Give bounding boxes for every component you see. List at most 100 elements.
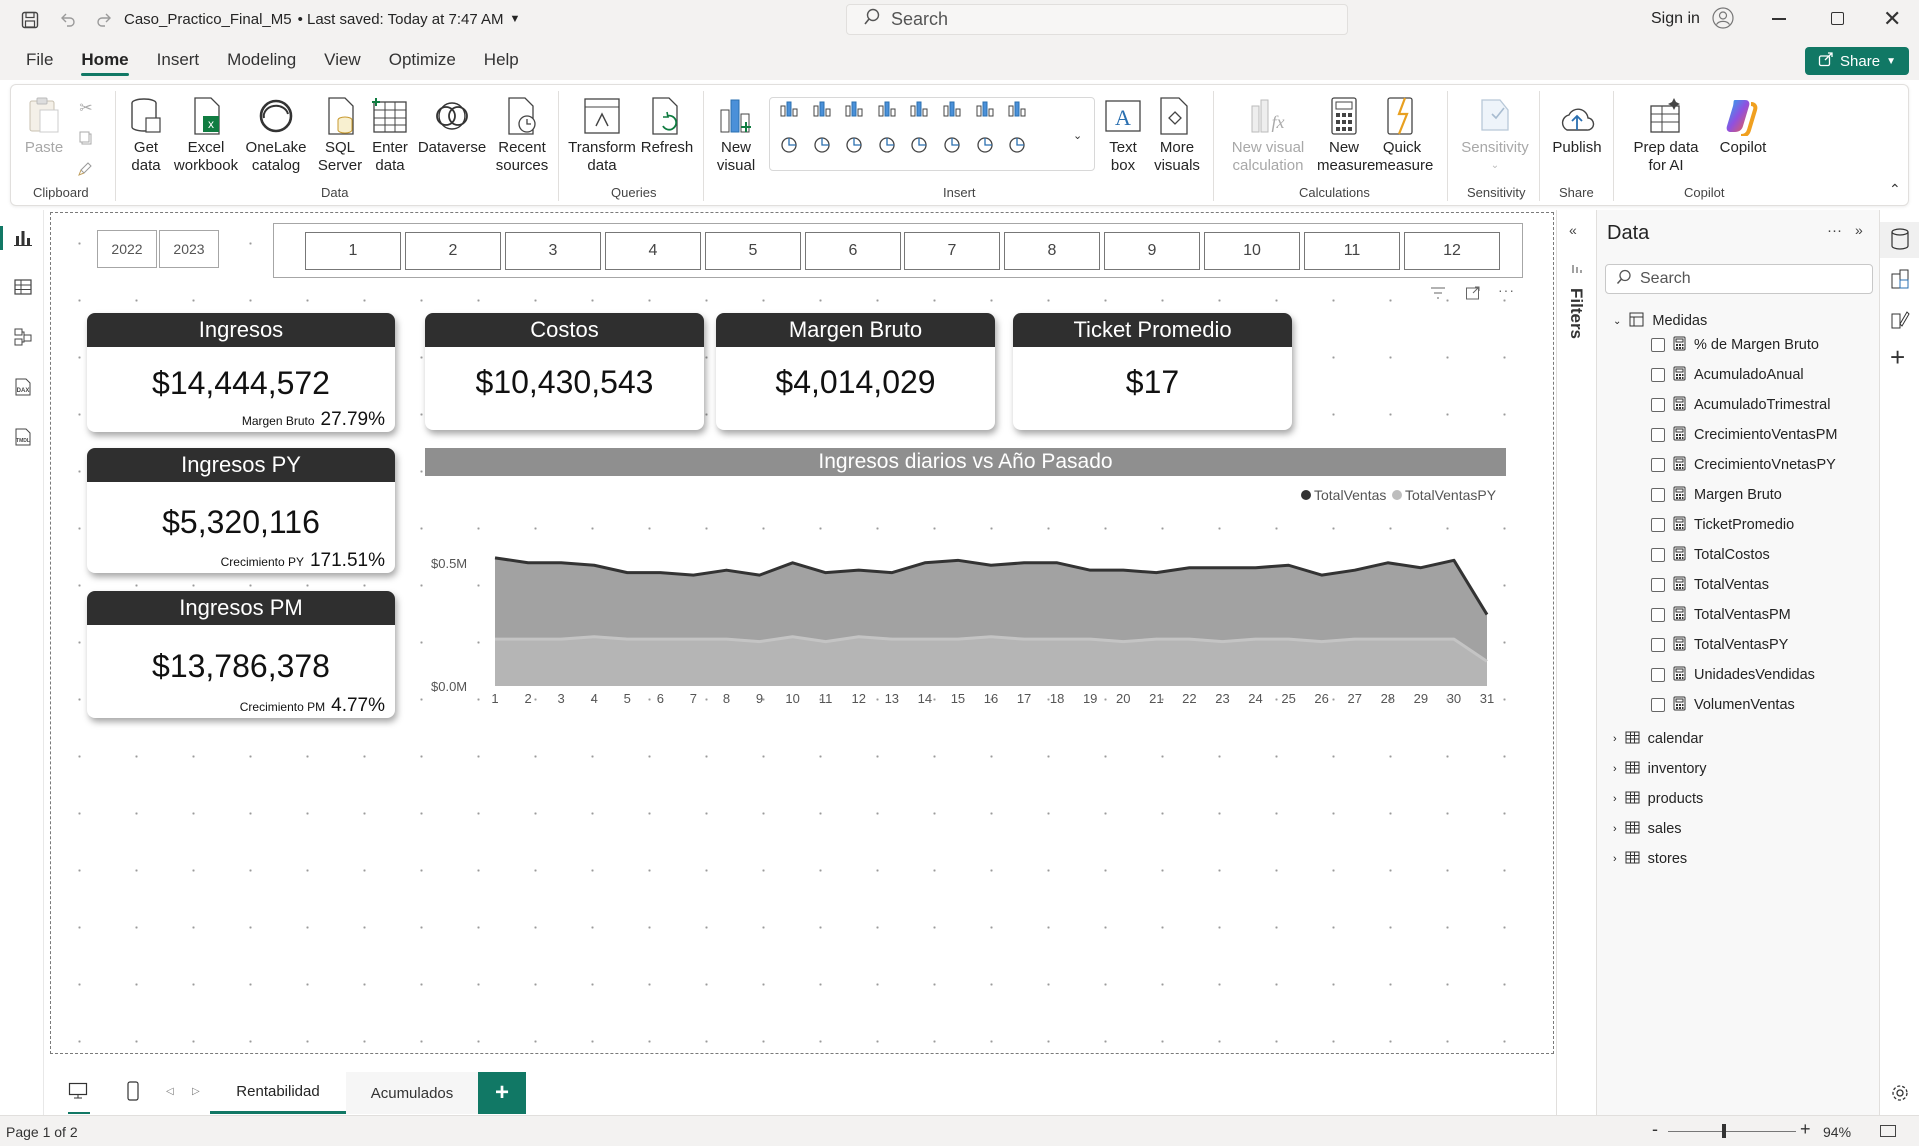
visualizations-pane-icon[interactable]	[1890, 268, 1910, 295]
zoom-slider[interactable]	[1668, 1131, 1796, 1132]
maximize-icon[interactable]	[1831, 12, 1844, 25]
donut-chart-icon[interactable]	[809, 132, 835, 158]
measure-item[interactable]: CrecimientoVentasPM	[1651, 424, 1837, 446]
card-ingresos-py[interactable]: Ingresos PY $5,320,116 Crecimiento PY 171…	[87, 448, 395, 573]
publish-button[interactable]: Publish	[1549, 95, 1605, 157]
focus-mode-icon[interactable]	[1465, 285, 1481, 306]
data-search-input[interactable]: Search	[1605, 264, 1873, 294]
measure-item[interactable]: TotalVentas	[1651, 574, 1769, 596]
stacked-column-icon[interactable]	[809, 96, 835, 122]
measure-item[interactable]: Margen Bruto	[1651, 484, 1782, 506]
field-checkbox[interactable]	[1651, 668, 1665, 682]
tab-view[interactable]: View	[310, 40, 375, 80]
paste-button[interactable]: Paste	[19, 95, 69, 157]
month-slicer-11[interactable]: 11	[1304, 232, 1400, 270]
field-checkbox[interactable]	[1651, 548, 1665, 562]
field-checkbox[interactable]	[1651, 368, 1665, 382]
measure-item[interactable]: TotalVentasPY	[1651, 634, 1788, 656]
table-item-products[interactable]: › products	[1613, 788, 1703, 810]
clustered-column-icon[interactable]	[874, 96, 900, 122]
filter-icon[interactable]	[1430, 286, 1446, 305]
sensitivity-button[interactable]: Sensitivity ⌄	[1457, 95, 1533, 175]
sql-server-button[interactable]: SQL Server	[315, 95, 365, 175]
transform-data-button[interactable]: Transform data	[567, 95, 637, 175]
settings-gear-icon[interactable]	[1890, 1083, 1910, 1108]
month-slicer-4[interactable]: 4	[605, 232, 701, 270]
excel-workbook-button[interactable]: x Excel workbook	[171, 95, 241, 175]
card-costos[interactable]: Costos $10,430,543	[425, 313, 704, 430]
measure-item[interactable]: TotalVentasPM	[1651, 604, 1791, 626]
refresh-button[interactable]: Refresh	[639, 95, 695, 157]
tab-modeling[interactable]: Modeling	[213, 40, 310, 80]
undo-icon[interactable]	[56, 8, 80, 32]
tab-optimize[interactable]: Optimize	[375, 40, 470, 80]
ribbon-chart-icon[interactable]	[1004, 96, 1030, 122]
minimize-icon[interactable]	[1772, 18, 1786, 20]
field-checkbox[interactable]	[1651, 578, 1665, 592]
card-margen-bruto[interactable]: Margen Bruto $4,014,029	[716, 313, 995, 430]
area-chart-icon[interactable]	[972, 96, 998, 122]
add-page-button[interactable]: +	[478, 1072, 526, 1114]
page-tab-rentabilidad[interactable]: Rentabilidad	[210, 1072, 346, 1114]
page-tab-acumulados[interactable]: Acumulados	[346, 1072, 478, 1114]
redo-icon[interactable]	[92, 8, 116, 32]
gauge-icon[interactable]	[906, 132, 932, 158]
legend-label[interactable]: TotalVentas	[1314, 487, 1386, 503]
fit-to-page-icon[interactable]	[1880, 1125, 1896, 1137]
year-slicer-2023[interactable]: 2023	[159, 230, 219, 268]
dataverse-button[interactable]: Dataverse	[415, 95, 489, 157]
user-avatar-icon[interactable]	[1712, 7, 1734, 33]
table-item-stores[interactable]: › stores	[1613, 848, 1687, 870]
card-ingresos[interactable]: Ingresos $14,444,572 Margen Bruto 27.79%	[87, 313, 395, 432]
line-chart-icon[interactable]	[939, 96, 965, 122]
desktop-layout-icon[interactable]	[68, 1082, 88, 1105]
month-slicer-2[interactable]: 2	[405, 232, 501, 270]
expand-filters-icon[interactable]: «	[1569, 222, 1577, 238]
measure-item[interactable]: AcumuladoTrimestral	[1651, 394, 1830, 416]
format-painter-icon[interactable]	[73, 155, 99, 181]
tab-file[interactable]: File	[12, 40, 67, 80]
dax-query-view-icon[interactable]: DAX	[10, 374, 36, 400]
month-slicer-8[interactable]: 8	[1004, 232, 1100, 270]
month-slicer-10[interactable]: 10	[1204, 232, 1300, 270]
new-visual-button[interactable]: New visual	[713, 95, 759, 175]
field-checkbox[interactable]	[1651, 338, 1665, 352]
month-slicer-5[interactable]: 5	[705, 232, 801, 270]
area-chart[interactable]: TotalVentas TotalVentasPY$0.0M$0.5M1 2 3 4 5 6…	[425, 478, 1506, 714]
filters-pane-collapsed[interactable]: « Filters	[1556, 210, 1596, 1115]
card-ingresos-pm[interactable]: Ingresos PM $13,786,378 Crecimiento PM 4.…	[87, 591, 395, 718]
map-icon[interactable]	[874, 132, 900, 158]
legend-label[interactable]: TotalVentasPY	[1405, 487, 1497, 503]
gallery-expand-icon[interactable]: ⌄	[1073, 129, 1082, 142]
month-slicer-6[interactable]: 6	[805, 232, 901, 270]
text-box-button[interactable]: A Text box	[1103, 95, 1143, 175]
onelake-catalog-button[interactable]: OneLake catalog	[243, 95, 309, 175]
more-options-icon[interactable]: ···	[1827, 222, 1842, 239]
zoom-in-button[interactable]: +	[1800, 1119, 1811, 1140]
more-options-icon[interactable]: ···	[1498, 282, 1515, 298]
month-slicer-7[interactable]: 7	[904, 232, 1000, 270]
zoom-slider-thumb[interactable]	[1722, 1124, 1726, 1138]
folder-medidas[interactable]: ⌄ Medidas	[1613, 310, 1707, 332]
measure-item[interactable]: CrecimientoVnetasPY	[1651, 454, 1836, 476]
field-checkbox[interactable]	[1651, 698, 1665, 712]
close-icon[interactable]: ✕	[1883, 6, 1901, 32]
collapse-ribbon-icon[interactable]: ⌃	[1889, 181, 1901, 198]
stacked-bar-icon[interactable]	[776, 96, 802, 122]
multi-row-card-icon[interactable]	[972, 132, 998, 158]
global-search[interactable]: Search	[846, 4, 1348, 35]
document-title[interactable]: Caso_Practico_Final_M5 • Last saved: Tod…	[124, 11, 520, 28]
month-slicer-1[interactable]: 1	[305, 232, 401, 270]
table-view-icon[interactable]	[10, 274, 36, 300]
save-icon[interactable]	[18, 8, 42, 32]
measure-item[interactable]: TotalCostos	[1651, 544, 1770, 566]
field-checkbox[interactable]	[1651, 458, 1665, 472]
copilot-button[interactable]: Copilot	[1711, 95, 1775, 157]
pie-chart-icon[interactable]	[776, 132, 802, 158]
format-pane-icon[interactable]	[1890, 308, 1910, 335]
table-item-inventory[interactable]: › inventory	[1613, 758, 1707, 780]
measure-item[interactable]: AcumuladoAnual	[1651, 364, 1804, 386]
year-slicer-2022[interactable]: 2022	[97, 230, 157, 268]
measure-item[interactable]: % de Margen Bruto	[1651, 334, 1819, 356]
enter-data-button[interactable]: Enter data	[367, 95, 413, 175]
